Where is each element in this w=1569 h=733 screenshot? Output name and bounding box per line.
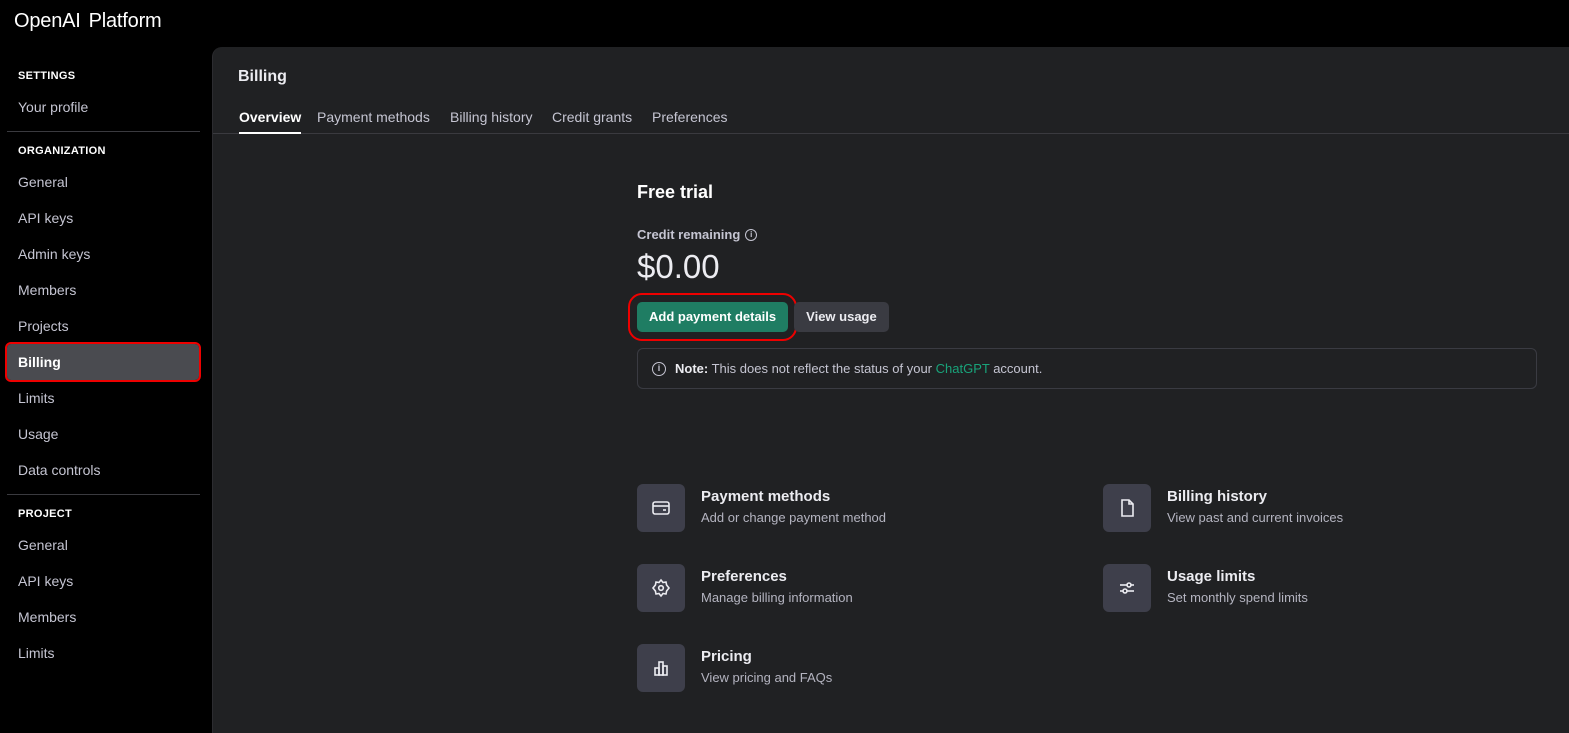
card-desc: Add or change payment method — [701, 510, 887, 525]
card-desc: View past and current invoices — [1167, 510, 1344, 525]
add-payment-details-button[interactable]: Add payment details — [627, 293, 798, 341]
sidebar-item-members[interactable]: Members — [7, 272, 199, 308]
tab-payment-methods[interactable]: Payment methods — [317, 109, 430, 134]
credit-amount: $0.00 — [637, 248, 720, 285]
divider — [7, 494, 200, 495]
sidebar-item-admin-keys[interactable]: Admin keys — [7, 236, 199, 272]
card-desc: Manage billing information — [701, 590, 853, 605]
view-usage-button[interactable]: View usage — [794, 302, 889, 332]
gear-icon — [637, 564, 685, 612]
info-icon: i — [652, 361, 666, 376]
divider — [7, 131, 200, 132]
tab-overview[interactable]: Overview — [239, 109, 302, 134]
card-title: Pricing — [701, 648, 752, 665]
chatgpt-link[interactable]: ChatGPT — [936, 361, 990, 376]
tab-credit-grants[interactable]: Credit grants — [552, 109, 632, 134]
info-icon[interactable]: i — [745, 228, 758, 241]
sliders-icon — [1103, 564, 1151, 612]
tab-bar: Overview Payment methods Billing history… — [213, 107, 1569, 134]
note-bold: Note: — [675, 361, 709, 376]
note-text: This does not reflect the status of your — [711, 361, 932, 376]
sidebar-item-limits[interactable]: Limits — [7, 380, 199, 416]
tab-preferences[interactable]: Preferences — [652, 109, 727, 134]
credit-remaining-label: Credit remaining i — [637, 227, 758, 242]
card-preferences[interactable]: Preferences Manage billing information — [637, 564, 1057, 612]
main-panel: Billing Overview Payment methods Billing… — [212, 47, 1569, 733]
section-organization: ORGANIZATION — [18, 145, 106, 157]
section-settings: SETTINGS — [18, 70, 76, 82]
note-end: account. — [993, 361, 1043, 376]
card-pricing[interactable]: Pricing View pricing and FAQs — [637, 644, 1057, 692]
card-title: Payment methods — [701, 488, 831, 505]
card-title: Preferences — [701, 568, 787, 585]
plan-heading: Free trial — [637, 182, 714, 202]
tab-billing-history[interactable]: Billing history — [450, 109, 532, 134]
card-title: Billing history — [1167, 488, 1268, 505]
brand-name: OpenAI — [14, 10, 81, 32]
note-banner: i Note: This does not reflect the status… — [637, 348, 1537, 389]
sidebar-item-billing[interactable]: Billing — [5, 342, 201, 382]
sidebar-item-your-profile[interactable]: Your profile — [7, 89, 199, 125]
card-usage-limits[interactable]: Usage limits Set monthly spend limits — [1103, 564, 1523, 612]
card-billing-history[interactable]: Billing history View past and current inv… — [1103, 484, 1523, 532]
credit-card-icon — [637, 484, 685, 532]
sidebar-item-project-general[interactable]: General — [7, 527, 199, 563]
card-payment-methods[interactable]: Payment methods Add or change payment met… — [637, 484, 1057, 532]
sidebar-item-project-limits[interactable]: Limits — [7, 635, 199, 671]
sidebar-item-projects[interactable]: Projects — [7, 308, 199, 344]
document-icon — [1103, 484, 1151, 532]
card-title: Usage limits — [1167, 568, 1256, 585]
brand-product: Platform — [88, 10, 162, 32]
bar-chart-icon — [637, 644, 685, 692]
card-desc: View pricing and FAQs — [701, 670, 833, 685]
sidebar-item-general[interactable]: General — [7, 164, 199, 200]
card-desc: Set monthly spend limits — [1167, 590, 1308, 605]
sidebar-item-api-keys[interactable]: API keys — [7, 200, 199, 236]
sidebar-item-project-api-keys[interactable]: API keys — [7, 563, 199, 599]
section-project: PROJECT — [18, 508, 73, 520]
sidebar-item-project-members[interactable]: Members — [7, 599, 199, 635]
page-title: Billing — [238, 68, 287, 85]
sidebar-item-data-controls[interactable]: Data controls — [7, 452, 199, 488]
credit-label-text: Credit remaining — [637, 227, 741, 242]
sidebar-item-usage[interactable]: Usage — [7, 416, 199, 452]
logo[interactable]: OpenAI Platform — [14, 10, 170, 33]
